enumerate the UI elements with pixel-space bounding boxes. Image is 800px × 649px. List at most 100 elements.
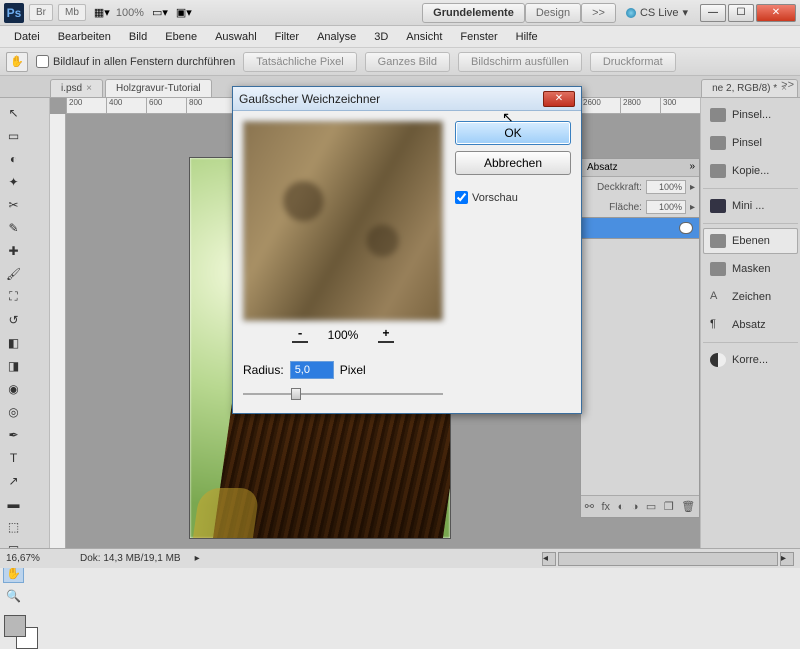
mask-icon[interactable]: ◐ (618, 501, 625, 513)
stamp-tool[interactable]: ⛶ (3, 286, 24, 307)
layer-row[interactable] (581, 217, 699, 239)
radius-input[interactable] (290, 361, 334, 379)
panel-masken[interactable]: Masken (703, 256, 798, 282)
opt-print-size[interactable]: Druckformat (590, 52, 676, 72)
eyedropper-tool[interactable]: ✎ (3, 217, 24, 238)
cancel-button[interactable]: Abbrechen (455, 151, 571, 175)
shape-tool[interactable]: ▬ (3, 493, 24, 514)
radius-unit: Pixel (340, 363, 366, 377)
dialog-close-button[interactable]: ✕ (543, 91, 575, 107)
screen-mode-gadget[interactable]: ▣▾ (176, 6, 192, 19)
healing-tool[interactable]: ✚ (3, 240, 24, 261)
blur-tool[interactable]: ◉ (3, 378, 24, 399)
color-swatches[interactable] (2, 613, 44, 649)
workspace-grundelemente[interactable]: Grundelemente (422, 3, 525, 23)
filter-preview[interactable] (243, 121, 443, 321)
magic-wand-tool[interactable]: ✦ (3, 171, 24, 192)
scroll-all-checkbox[interactable]: Bildlauf in allen Fenstern durchführen (36, 55, 235, 68)
tool-palette: ↖▭ ◐✦ ✂✎ ✚🖌 ⛶↺ ◧◨ ◉◎ ✒T ↗▬ ⬚⬓ ✋🔍 (0, 98, 50, 548)
close-button[interactable]: ✕ (756, 4, 796, 22)
link-icon[interactable]: ⚯ (585, 500, 594, 513)
trash-icon[interactable]: 🗑 (681, 500, 695, 513)
hand-tool-icon[interactable]: ✋ (6, 52, 28, 72)
close-icon[interactable]: × (86, 83, 92, 94)
panel-mini[interactable]: Mini ... (703, 193, 798, 219)
menu-fenster[interactable]: Fenster (452, 29, 505, 45)
opt-fill-screen[interactable]: Bildschirm ausfüllen (458, 52, 582, 72)
menu-ebene[interactable]: Ebene (157, 29, 205, 45)
vertical-ruler (50, 114, 66, 548)
doc-tab-2[interactable]: Holzgravur-Tutorial (105, 79, 212, 97)
doc-tab-1[interactable]: i.psd× (50, 79, 103, 97)
options-bar: ✋ Bildlauf in allen Fenstern durchführen… (0, 48, 800, 76)
crop-tool[interactable]: ✂ (3, 194, 24, 215)
menu-bild[interactable]: Bild (121, 29, 155, 45)
fx-icon[interactable]: fx (601, 501, 610, 513)
brush-tool[interactable]: 🖌 (3, 263, 24, 284)
status-zoom[interactable]: 16,67% (6, 553, 66, 564)
menu-analyse[interactable]: Analyse (309, 29, 364, 45)
workspace-more[interactable]: >> (581, 3, 616, 23)
3d-tool[interactable]: ⬚ (3, 516, 24, 537)
pen-tool[interactable]: ✒ (3, 424, 24, 445)
status-doc-size[interactable]: Dok: 14,3 MB/19,1 MB (80, 553, 181, 564)
maximize-button[interactable]: ☐ (728, 4, 754, 22)
history-brush-tool[interactable]: ↺ (3, 309, 24, 330)
titlebar-btn-br[interactable]: Br (29, 4, 53, 21)
panel-overflow-icon[interactable]: » (685, 159, 699, 176)
eraser-tool[interactable]: ◧ (3, 332, 24, 353)
zoom-out-button[interactable]: - (292, 327, 307, 343)
titlebar-btn-mb[interactable]: Mb (58, 4, 86, 21)
panel-kopie[interactable]: Kopie... (703, 158, 798, 184)
dodge-tool[interactable]: ◎ (3, 401, 24, 422)
menu-auswahl[interactable]: Auswahl (207, 29, 265, 45)
menu-3d[interactable]: 3D (366, 29, 396, 45)
radius-slider[interactable] (243, 385, 443, 403)
fill-field[interactable]: 100% (646, 200, 686, 214)
panel-zeichen[interactable]: AZeichen (703, 284, 798, 310)
zoom-in-button[interactable]: + (378, 327, 393, 343)
view-gadget[interactable]: ▦▾ (94, 6, 110, 19)
group-icon[interactable]: ▭ (646, 500, 656, 513)
panel-pinsel-presets[interactable]: Pinsel... (703, 102, 798, 128)
new-layer-icon[interactable]: ❐ (664, 500, 674, 513)
cs-live[interactable]: CS Live ▾ (626, 6, 688, 19)
dialog-titlebar[interactable]: Gaußscher Weichzeichner ✕ (233, 87, 581, 111)
adjust-icon[interactable]: ◑ (632, 501, 639, 513)
app-titlebar: Ps Br Mb ▦▾ 100% ▭▾ ▣▾ Grundelemente Des… (0, 0, 800, 26)
preview-zoom: 100% (328, 328, 359, 342)
panel-korrekturen[interactable]: Korre... (703, 347, 798, 373)
ok-button[interactable]: OK (455, 121, 571, 145)
menu-filter[interactable]: Filter (267, 29, 307, 45)
type-tool[interactable]: T (3, 447, 24, 468)
gradient-tool[interactable]: ◨ (3, 355, 24, 376)
move-tool[interactable]: ↖ (3, 102, 24, 123)
zoom-tool[interactable]: 🔍 (3, 585, 24, 606)
menu-ansicht[interactable]: Ansicht (398, 29, 450, 45)
preview-checkbox[interactable]: Vorschau (455, 191, 571, 204)
path-select-tool[interactable]: ↗ (3, 470, 24, 491)
menu-hilfe[interactable]: Hilfe (508, 29, 546, 45)
panel-pinsel[interactable]: Pinsel (703, 130, 798, 156)
opt-actual-pixels[interactable]: Tatsächliche Pixel (243, 52, 356, 72)
menu-bearbeiten[interactable]: Bearbeiten (50, 29, 119, 45)
horizontal-scrollbar[interactable]: ◂▸ (542, 552, 794, 566)
panel-dock: Pinsel... Pinsel Kopie... Mini ... Ebene… (700, 98, 800, 548)
opacity-field[interactable]: 100% (646, 180, 686, 194)
workspace-design[interactable]: Design (525, 3, 581, 23)
tab-overflow[interactable]: >> (781, 79, 794, 91)
menu-datei[interactable]: Datei (6, 29, 48, 45)
opt-fit-screen[interactable]: Ganzes Bild (365, 52, 450, 72)
layers-panel-tab[interactable]: Absatz (581, 159, 624, 176)
panel-ebenen[interactable]: Ebenen (703, 228, 798, 254)
marquee-tool[interactable]: ▭ (3, 125, 24, 146)
minimize-button[interactable]: — (700, 4, 726, 22)
arrange-gadget[interactable]: ▭▾ (152, 6, 168, 19)
visibility-icon[interactable] (679, 222, 693, 234)
layers-panel[interactable]: Absatz» Deckkraft:100%▸ Fläche:100%▸ ⚯ f… (580, 158, 700, 518)
panel-absatz[interactable]: ¶Absatz (703, 312, 798, 338)
menu-bar: Datei Bearbeiten Bild Ebene Auswahl Filt… (0, 26, 800, 48)
lasso-tool[interactable]: ◐ (3, 148, 24, 169)
radius-label: Radius: (243, 363, 284, 377)
zoom-indicator[interactable]: 100% (116, 7, 144, 19)
